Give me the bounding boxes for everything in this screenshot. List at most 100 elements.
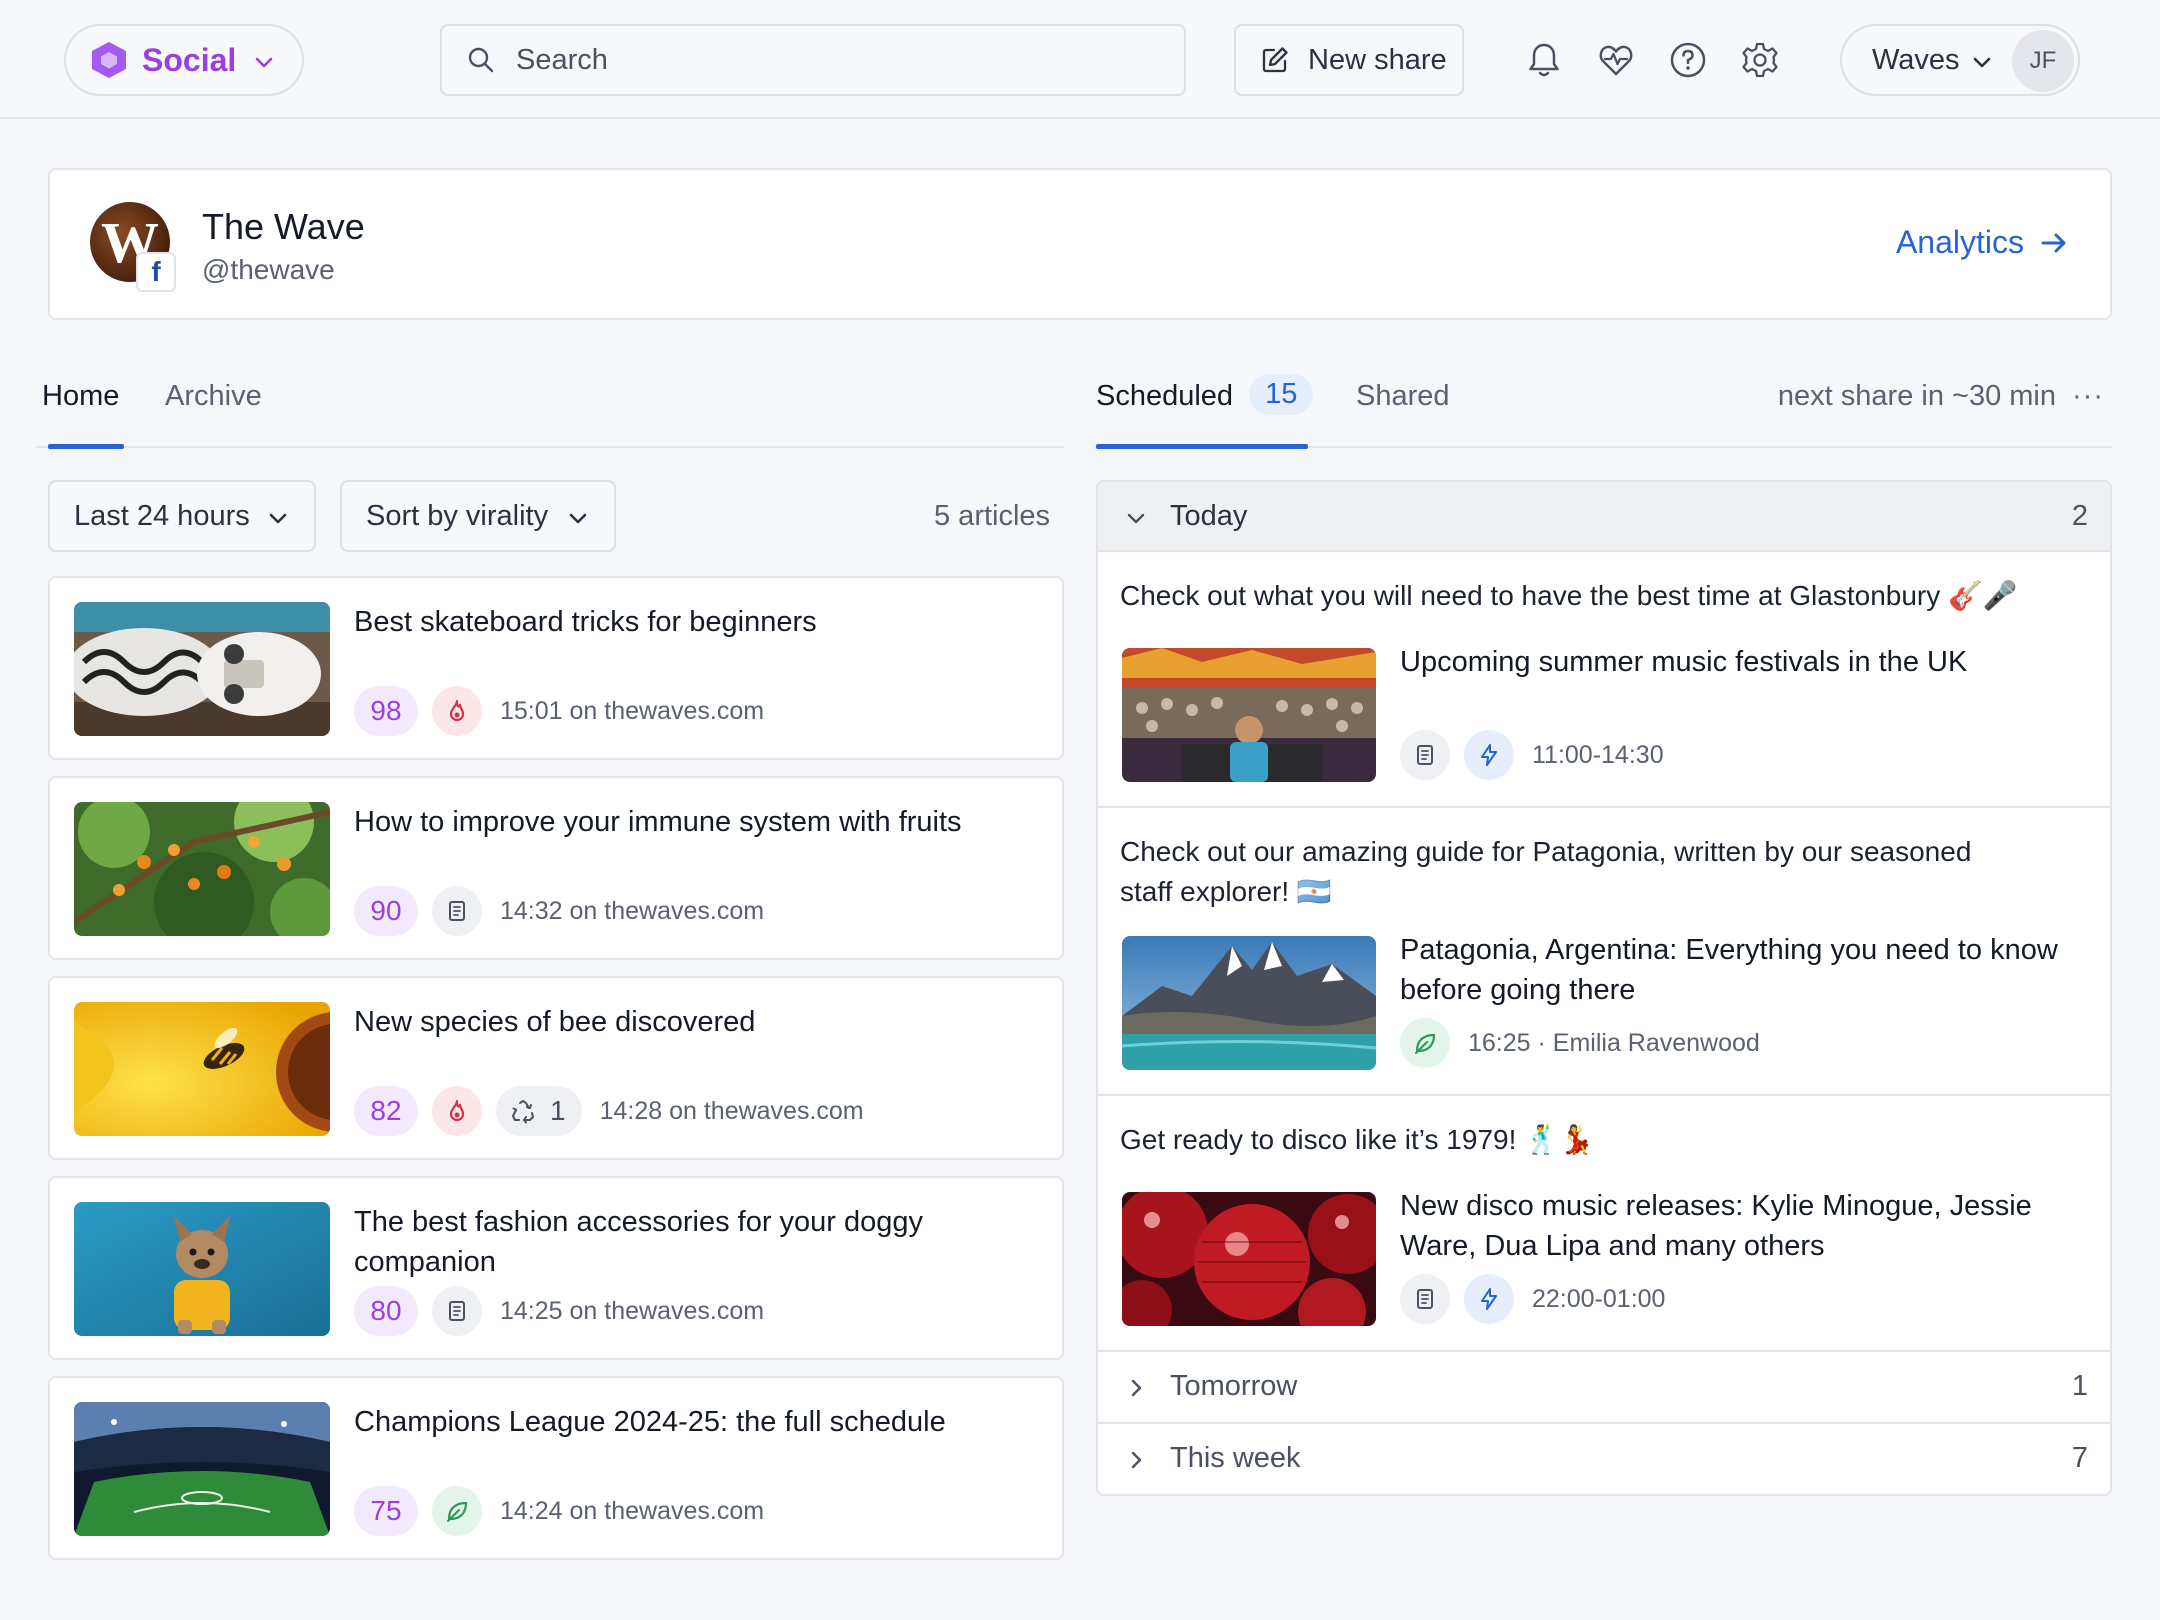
article-title: The best fashion accessories for your do… bbox=[354, 1206, 924, 1278]
gear-icon[interactable] bbox=[1740, 40, 1780, 80]
time-range-value: Last 24 hours bbox=[74, 499, 250, 532]
group-count: 7 bbox=[2071, 1442, 2088, 1474]
chevron-right-icon bbox=[1131, 1379, 1142, 1397]
scheduled-item[interactable]: Check out our amazing guide for Patagoni… bbox=[1098, 808, 2110, 1096]
new-share-button[interactable]: New share bbox=[1234, 24, 1464, 96]
virality-score: 75 bbox=[354, 1486, 418, 1536]
reshare-count: 1 bbox=[550, 1095, 566, 1126]
article-time: 14:24 on thewaves.com bbox=[500, 1496, 765, 1525]
next-share-status: next share in ~30 min bbox=[1777, 380, 2056, 412]
account-label: Waves bbox=[1872, 43, 1960, 76]
hexagon-logo-icon bbox=[92, 42, 126, 78]
document-icon bbox=[1400, 730, 1450, 780]
scheduled-article-title: New disco music releases: Kylie Minogue,… bbox=[1400, 1190, 2032, 1262]
virality-score: 90 bbox=[354, 886, 418, 936]
facebook-icon: f bbox=[136, 252, 176, 292]
analytics-label: Analytics bbox=[1895, 224, 2024, 260]
article-time: 14:25 on thewaves.com bbox=[500, 1296, 765, 1325]
article-time: 14:32 on thewaves.com bbox=[500, 896, 765, 925]
heart-pulse-icon[interactable] bbox=[1596, 40, 1636, 80]
account-switcher[interactable]: Waves JF bbox=[1840, 24, 2080, 96]
document-icon bbox=[1400, 1274, 1450, 1324]
user-avatar[interactable]: JF bbox=[2012, 30, 2074, 92]
share-message: Get ready to disco like it’s 1979! 🕺💃 bbox=[1120, 1124, 1594, 1155]
article-meta: 90 14:32 on thewaves.com bbox=[354, 886, 764, 936]
search-box[interactable] bbox=[440, 24, 1186, 96]
content-tabs: Home Archive bbox=[36, 368, 1064, 449]
article-card[interactable]: How to improve your immune system with f… bbox=[48, 776, 1064, 960]
article-thumbnail-stadium bbox=[74, 1402, 330, 1536]
virality-score: 80 bbox=[354, 1286, 418, 1336]
share-message: Check out our amazing guide for Patagoni… bbox=[1120, 836, 1972, 907]
profile-card: W f The Wave @thewave Analytics bbox=[48, 168, 2112, 320]
article-title: New species of bee discovered bbox=[354, 1006, 756, 1038]
profile-name: The Wave bbox=[202, 206, 365, 247]
time-range-dropdown[interactable]: Last 24 hours bbox=[48, 480, 316, 552]
group-tomorrow-header[interactable]: Tomorrow 1 bbox=[1098, 1352, 2110, 1424]
flame-icon bbox=[432, 1086, 482, 1136]
article-card[interactable]: The best fashion accessories for your do… bbox=[48, 1176, 1064, 1360]
search-input[interactable] bbox=[516, 43, 1156, 77]
article-time: 14:28 on thewaves.com bbox=[599, 1096, 864, 1125]
schedule-panel: Today 2 Check out what you will need to … bbox=[1096, 480, 2112, 1496]
tab-scheduled[interactable]: Scheduled 15 bbox=[1096, 374, 1314, 415]
article-thumbnail-dog bbox=[74, 1202, 330, 1336]
scheduled-time: 22:00-01:00 bbox=[1532, 1284, 1666, 1313]
chevron-right-icon bbox=[1131, 1451, 1142, 1469]
help-icon[interactable] bbox=[1668, 40, 1708, 80]
group-label: Tomorrow bbox=[1170, 1370, 1298, 1402]
sort-dropdown[interactable]: Sort by virality bbox=[340, 480, 616, 552]
more-options-icon[interactable]: ··· bbox=[2072, 380, 2104, 413]
article-time: 15:01 on thewaves.com bbox=[500, 696, 765, 725]
bolt-icon bbox=[1464, 730, 1514, 780]
arrow-right-icon bbox=[2041, 233, 2066, 252]
scheduled-count-badge: 15 bbox=[1249, 374, 1314, 415]
scheduled-thumbnail-disco bbox=[1122, 1192, 1376, 1326]
bolt-icon bbox=[1464, 1274, 1514, 1324]
document-icon bbox=[432, 1286, 482, 1336]
sort-value: Sort by virality bbox=[366, 499, 549, 532]
article-thumbnail-bee bbox=[74, 1002, 330, 1136]
chevron-down-icon bbox=[1127, 513, 1145, 524]
leaf-icon bbox=[432, 1486, 482, 1536]
article-card[interactable]: Best skateboard tricks for beginners 98 … bbox=[48, 576, 1064, 760]
document-icon bbox=[432, 886, 482, 936]
group-count: 1 bbox=[2071, 1370, 2088, 1402]
group-label: Today bbox=[1170, 500, 1248, 532]
flame-icon bbox=[432, 686, 482, 736]
scheduled-thumbnail-festival bbox=[1122, 648, 1376, 782]
chevron-down-icon bbox=[269, 513, 287, 524]
scheduled-item[interactable]: Get ready to disco like it’s 1979! 🕺💃 Ne… bbox=[1098, 1096, 2110, 1352]
article-card[interactable]: Champions League 2024-25: the full sched… bbox=[48, 1376, 1064, 1560]
article-meta: 75 14:24 on thewaves.com bbox=[354, 1486, 764, 1536]
virality-score: 82 bbox=[354, 1086, 418, 1136]
tab-home[interactable]: Home bbox=[42, 380, 119, 413]
scheduled-time: 11:00-14:30 bbox=[1532, 740, 1664, 769]
tab-active-indicator bbox=[48, 444, 124, 449]
app-switcher[interactable]: Social bbox=[64, 24, 304, 96]
article-meta: 80 14:25 on thewaves.com bbox=[354, 1286, 764, 1336]
scheduled-item[interactable]: Check out what you will need to have the… bbox=[1098, 552, 2110, 808]
tab-shared[interactable]: Shared bbox=[1356, 380, 1450, 413]
virality-score: 98 bbox=[354, 686, 418, 736]
recycle-icon bbox=[512, 1100, 534, 1124]
chevron-down-icon bbox=[255, 57, 273, 68]
scheduled-time-author: 16:25 · Emilia Ravenwood bbox=[1468, 1028, 1760, 1057]
reshare-counter: 1 bbox=[496, 1086, 582, 1136]
group-count: 2 bbox=[2071, 500, 2088, 532]
group-this-week-header[interactable]: This week 7 bbox=[1098, 1424, 2110, 1494]
schedule-tabs: Scheduled 15 Shared next share in ~30 min… bbox=[1096, 368, 2112, 449]
scheduled-thumbnail-patagonia bbox=[1122, 936, 1376, 1070]
profile-handle: @thewave bbox=[202, 254, 335, 285]
leaf-icon bbox=[1400, 1018, 1450, 1068]
edit-icon bbox=[1262, 47, 1288, 73]
tab-archive[interactable]: Archive bbox=[165, 380, 262, 413]
group-today-header[interactable]: Today 2 bbox=[1098, 482, 2110, 552]
tab-scheduled-label: Scheduled bbox=[1096, 380, 1234, 413]
article-card[interactable]: New species of bee discovered 82 1 14:28… bbox=[48, 976, 1064, 1160]
top-bar: Social New share Waves bbox=[0, 0, 2160, 119]
bell-icon[interactable] bbox=[1524, 40, 1564, 80]
analytics-link[interactable]: Analytics bbox=[1896, 224, 2070, 261]
article-count: 5 articles bbox=[934, 500, 1051, 532]
scheduled-article-title: Upcoming summer music festivals in the U… bbox=[1400, 646, 1968, 678]
